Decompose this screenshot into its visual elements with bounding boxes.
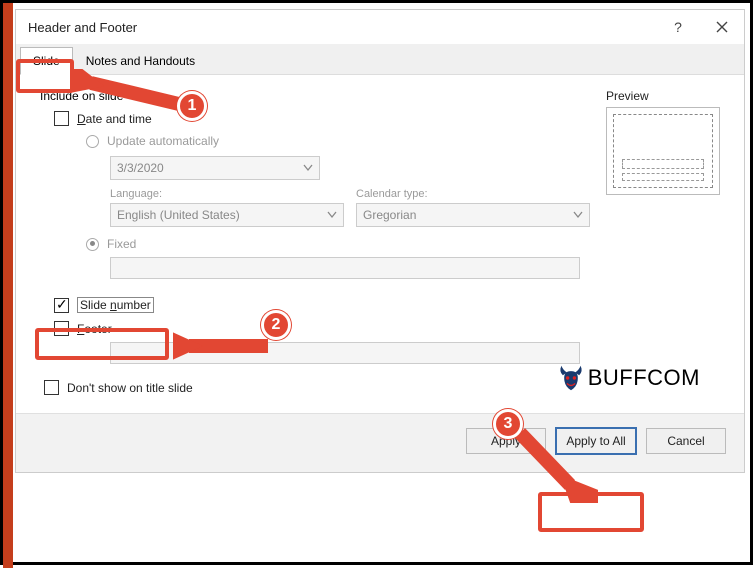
preview-placeholder: [622, 173, 704, 181]
date-time-label: Date and time: [77, 112, 152, 126]
footer-text-input: [110, 342, 580, 364]
help-button[interactable]: ?: [656, 10, 700, 44]
update-auto-label: Update automatically: [107, 134, 219, 148]
cancel-label: Cancel: [667, 434, 704, 448]
fixed-row: Fixed: [34, 233, 590, 255]
title-bar: Header and Footer ?: [16, 10, 744, 44]
watermark: BUFFCOM: [557, 363, 700, 393]
calendar-label: Calendar type:: [356, 188, 590, 200]
language-dropdown: English (United States): [110, 203, 344, 227]
date-value: 3/3/2020: [117, 161, 164, 175]
language-field: Language: English (United States): [110, 188, 344, 227]
include-on-slide-group: Include on slide Date and time Update au…: [34, 89, 590, 399]
apply-to-all-button[interactable]: Apply to All: [556, 428, 636, 454]
header-footer-dialog: Header and Footer ? Slide Notes and Hand…: [15, 9, 745, 473]
apply-label: Apply: [491, 434, 521, 448]
footer-checkbox[interactable]: [54, 321, 69, 336]
calendar-dropdown: Gregorian: [356, 203, 590, 227]
chevron-down-icon: [573, 210, 583, 220]
slide-number-checkbox[interactable]: [54, 298, 69, 313]
tab-notes-handouts[interactable]: Notes and Handouts: [73, 47, 208, 74]
cancel-button[interactable]: Cancel: [646, 428, 726, 454]
update-auto-radio: [86, 135, 99, 148]
calendar-value: Gregorian: [363, 208, 416, 222]
language-value: English (United States): [117, 208, 240, 222]
watermark-text: BUFFCOM: [588, 365, 700, 391]
fixed-label: Fixed: [107, 237, 136, 251]
date-time-row[interactable]: Date and time: [34, 107, 590, 130]
apply-button[interactable]: Apply: [466, 428, 546, 454]
tab-slide[interactable]: Slide: [20, 47, 73, 75]
slide-number-label: Slide number: [77, 297, 154, 313]
language-label: Language:: [110, 188, 344, 200]
dont-show-label: Don't show on title slide: [67, 381, 193, 395]
date-time-checkbox[interactable]: [54, 111, 69, 126]
preview-placeholder: [622, 159, 704, 169]
slide-number-row[interactable]: Slide number: [34, 293, 590, 317]
tab-slide-label: Slide: [33, 54, 60, 68]
footer-row[interactable]: Footer: [34, 317, 590, 340]
callout-box-3: [538, 492, 644, 532]
dont-show-row[interactable]: Don't show on title slide: [34, 376, 590, 399]
calendar-field: Calendar type: Gregorian: [356, 188, 590, 227]
apply-to-all-label: Apply to All: [566, 434, 625, 448]
preview-label: Preview: [606, 89, 726, 107]
footer-label: Footer: [77, 322, 112, 336]
close-icon: [716, 21, 728, 33]
chevron-down-icon: [303, 163, 313, 173]
preview-box: [606, 107, 720, 195]
background-ribbon: [3, 3, 13, 568]
fixed-date-input: [110, 257, 580, 279]
date-value-row: 3/3/2020: [34, 152, 590, 184]
dont-show-checkbox[interactable]: [44, 380, 59, 395]
date-dropdown: 3/3/2020: [110, 156, 320, 180]
preview-panel: Preview: [606, 89, 726, 399]
update-auto-row: Update automatically: [34, 130, 590, 152]
close-button[interactable]: [700, 10, 744, 44]
fixed-radio: [86, 238, 99, 251]
dialog-title: Header and Footer: [28, 20, 137, 35]
preview-slide: [613, 114, 713, 188]
bull-icon: [557, 363, 585, 393]
tab-notes-label: Notes and Handouts: [86, 54, 195, 68]
dialog-buttons: Apply Apply to All Cancel: [16, 413, 744, 472]
tab-bar: Slide Notes and Handouts: [16, 44, 744, 74]
group-label: Include on slide: [34, 89, 590, 103]
chevron-down-icon: [327, 210, 337, 220]
